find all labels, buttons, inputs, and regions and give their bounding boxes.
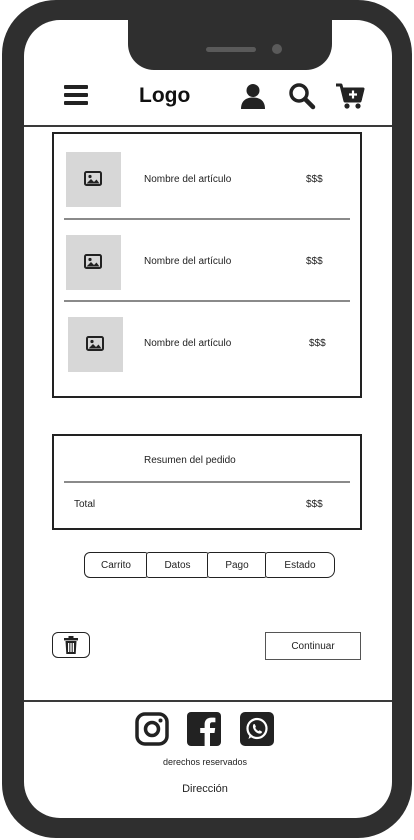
cart-items-list: Nombre del artículo $$$ Nombre del artíc… [52, 132, 362, 398]
step-carrito[interactable]: Carrito [84, 552, 148, 578]
footer-address[interactable]: Dirección [24, 783, 386, 795]
notch-speaker [206, 47, 256, 52]
logo[interactable]: Logo [139, 84, 190, 108]
footer-rights: derechos reservados [162, 757, 248, 767]
phone-screen: Logo Nombre del artículo $$$ Nombre del … [24, 20, 392, 818]
cart-item[interactable]: Nombre del artículo $$$ [54, 134, 360, 214]
step-pago[interactable]: Pago [207, 552, 267, 578]
step-datos[interactable]: Datos [146, 552, 209, 578]
item-price: $$$ [306, 256, 323, 267]
cart-item[interactable]: Nombre del artículo $$$ [54, 218, 360, 298]
item-name: Nombre del artículo [144, 256, 232, 267]
continue-button[interactable]: Continuar [265, 632, 361, 660]
summary-total-value: $$$ [306, 499, 323, 510]
facebook-icon[interactable] [187, 712, 221, 746]
trash-icon [64, 636, 78, 654]
phone-frame: Logo Nombre del artículo $$$ Nombre del … [2, 0, 412, 838]
item-price: $$$ [306, 174, 323, 185]
item-thumbnail [66, 235, 121, 290]
whatsapp-icon[interactable] [240, 712, 274, 746]
notch-camera [272, 44, 282, 54]
cart-add-icon[interactable] [335, 81, 365, 111]
instagram-icon[interactable] [135, 712, 169, 746]
delete-button[interactable] [52, 632, 90, 658]
item-thumbnail [68, 317, 123, 372]
header-divider [24, 125, 392, 127]
summary-total-label: Total [74, 499, 96, 510]
image-placeholder-icon [84, 254, 102, 269]
step-estado[interactable]: Estado [265, 552, 335, 578]
phone-mockup: Logo Nombre del artículo $$$ Nombre del … [0, 0, 414, 840]
item-thumbnail [66, 152, 121, 207]
cart-item[interactable]: Nombre del artículo $$$ [54, 300, 360, 380]
item-name: Nombre del artículo [144, 174, 232, 185]
header: Logo [24, 56, 392, 124]
search-icon[interactable] [288, 82, 316, 110]
summary-title: Resumen del pedido [144, 455, 236, 466]
footer-divider [24, 700, 392, 702]
checkout-steps: Carrito Datos Pago Estado [84, 552, 336, 580]
user-icon[interactable] [240, 83, 266, 109]
image-placeholder-icon [84, 171, 102, 186]
summary-divider [64, 481, 350, 483]
hamburger-menu-icon[interactable] [64, 85, 90, 107]
item-price: $$$ [309, 338, 326, 349]
image-placeholder-icon [86, 336, 104, 351]
item-name: Nombre del artículo [144, 338, 232, 349]
order-summary: Resumen del pedido Total $$$ [52, 434, 362, 530]
